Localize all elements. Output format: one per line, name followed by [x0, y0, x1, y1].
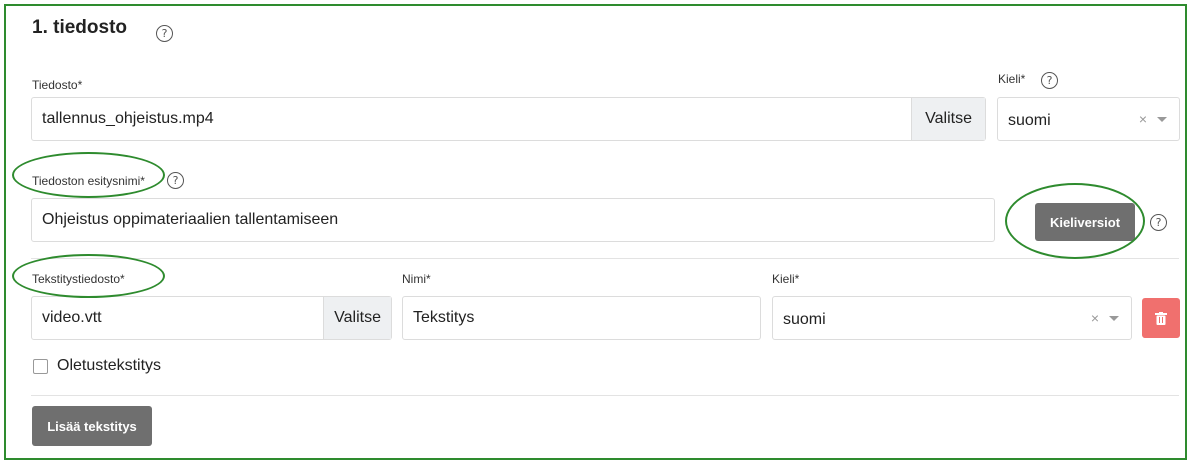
section-title: 1. tiedosto [32, 17, 128, 38]
file-label: Tiedosto* [32, 78, 83, 92]
display-name-help-icon[interactable]: ? [167, 172, 184, 189]
section-frame-bottom [4, 458, 1187, 464]
default-subtitle-checkbox[interactable] [33, 359, 48, 374]
display-name-input[interactable]: Ohjeistus oppimateriaalien tallentamisee… [31, 198, 995, 242]
annotation-ellipse [12, 254, 165, 298]
language-select-value: suomi [1008, 112, 1051, 129]
file-choose-button[interactable]: Valitse [911, 98, 985, 140]
divider-bottom [31, 395, 1179, 396]
delete-subtitle-button[interactable] [1142, 298, 1180, 338]
add-subtitle-button[interactable]: Lisää tekstitys [32, 406, 152, 446]
subtitle-name-value: Tekstitys [413, 309, 475, 326]
language-versions-help-icon[interactable]: ? [1150, 214, 1167, 231]
subtitle-name-label: Nimi* [402, 272, 431, 286]
subtitle-choose-button[interactable]: Valitse [323, 297, 391, 339]
language-select[interactable]: suomi × [997, 97, 1180, 141]
trash-icon [1155, 311, 1167, 325]
file-input[interactable]: tallennus_ohjeistus.mp4 Valitse [31, 97, 986, 141]
divider [31, 258, 1179, 259]
default-subtitle-label: Oletustekstitys [57, 357, 162, 374]
subtitle-name-input[interactable]: Tekstitys [402, 296, 761, 340]
file-input-value: tallennus_ohjeistus.mp4 [42, 110, 214, 127]
chevron-down-icon[interactable] [1157, 116, 1167, 122]
annotation-ellipse [1005, 183, 1145, 259]
language-help-icon[interactable]: ? [1041, 72, 1058, 89]
annotation-ellipse [12, 152, 165, 198]
subtitle-chevron-down-icon[interactable] [1109, 315, 1119, 321]
subtitle-language-value: suomi [783, 311, 826, 328]
subtitle-language-select[interactable]: suomi × [772, 296, 1132, 340]
display-name-value: Ohjeistus oppimateriaalien tallentamisee… [42, 211, 339, 228]
language-label: Kieli* [998, 72, 1026, 86]
subtitle-file-input[interactable]: video.vtt Valitse [31, 296, 392, 340]
clear-icon[interactable]: × [1139, 111, 1147, 127]
subtitle-file-value: video.vtt [42, 309, 102, 326]
subtitle-clear-icon[interactable]: × [1091, 310, 1099, 326]
subtitle-language-label: Kieli* [772, 272, 800, 286]
help-icon[interactable]: ? [156, 25, 173, 42]
